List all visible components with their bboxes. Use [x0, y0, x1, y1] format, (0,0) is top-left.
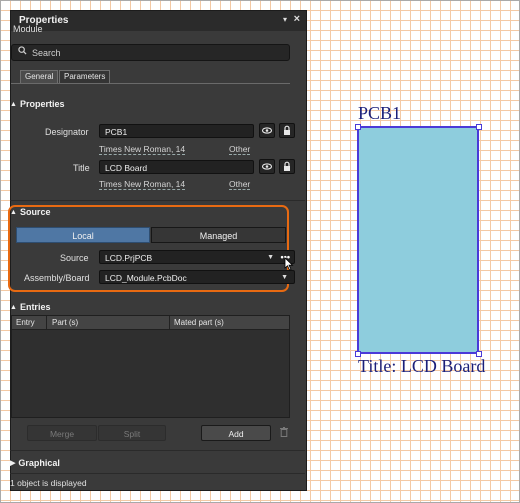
- section-divider: [10, 200, 305, 201]
- visibility-toggle-title[interactable]: [259, 159, 275, 174]
- object-kind-label: Module: [13, 24, 43, 34]
- tab-divider: [11, 83, 290, 84]
- designator-other-link[interactable]: Other: [229, 144, 251, 155]
- add-button[interactable]: Add: [201, 425, 271, 441]
- mouse-cursor-icon: [284, 257, 294, 271]
- column-entry[interactable]: Entry: [16, 318, 35, 327]
- pcb-module-body[interactable]: [357, 126, 479, 354]
- column-parts[interactable]: Part (s): [52, 318, 78, 327]
- panel-menu-icon[interactable]: ▾: [283, 15, 287, 24]
- source-dropdown[interactable]: LCD.PrjPCB ▼ •••: [99, 250, 295, 264]
- mode-local-button[interactable]: Local: [16, 227, 150, 243]
- search-placeholder: Search: [32, 48, 61, 58]
- column-divider: [169, 316, 170, 329]
- properties-section-label: Properties: [19, 99, 65, 109]
- assembly-board-value: LCD_Module.PcbDoc: [105, 273, 187, 283]
- graphical-section-header[interactable]: ▶ Graphical: [10, 458, 60, 468]
- lock-icon: [284, 125, 290, 135]
- column-divider: [46, 316, 47, 329]
- entries-section-label: Entries: [19, 302, 51, 312]
- graphical-section-label: Graphical: [18, 458, 60, 468]
- lock-toggle-designator[interactable]: [279, 123, 295, 138]
- properties-section-header[interactable]: ▲ Properties: [10, 99, 64, 109]
- source-value: LCD.PrjPCB: [105, 253, 153, 263]
- entries-table-header: Entry Part (s) Mated part (s): [12, 316, 289, 330]
- collapse-triangle-icon: ▲: [10, 209, 17, 216]
- selection-handle[interactable]: [476, 124, 482, 130]
- merge-button[interactable]: Merge: [27, 425, 97, 441]
- title-font-link[interactable]: Times New Roman, 14: [99, 179, 186, 190]
- title-label: Title: [73, 163, 90, 173]
- column-mated-parts[interactable]: Mated part (s): [174, 318, 224, 327]
- designator-field[interactable]: PCB1: [99, 124, 254, 138]
- search-input[interactable]: Search: [11, 44, 290, 61]
- selection-handle[interactable]: [355, 124, 361, 130]
- close-icon[interactable]: ×: [294, 13, 300, 25]
- title-other-link[interactable]: Other: [229, 179, 251, 190]
- section-divider: [10, 473, 305, 474]
- split-button[interactable]: Split: [98, 425, 166, 441]
- mode-managed-button[interactable]: Managed: [151, 227, 286, 243]
- entries-section-header[interactable]: ▲ Entries: [10, 302, 50, 312]
- source-section-header[interactable]: ▲ Source: [10, 207, 50, 217]
- lock-icon: [284, 161, 290, 171]
- eye-icon: [261, 127, 273, 134]
- chevron-down-icon: ▼: [267, 254, 274, 261]
- tab-parameters[interactable]: Parameters: [59, 70, 111, 83]
- chevron-down-icon: ▼: [281, 274, 288, 281]
- assembly-board-dropdown[interactable]: LCD_Module.PcbDoc ▼: [99, 270, 295, 284]
- source-label: Source: [60, 253, 89, 263]
- panel-titlebar[interactable]: Properties ▾ ×: [11, 11, 306, 31]
- source-section-label: Source: [19, 207, 51, 217]
- assembly-board-label: Assembly/Board: [24, 273, 90, 283]
- visibility-toggle-designator[interactable]: [259, 123, 275, 138]
- search-icon: [18, 46, 27, 58]
- lock-toggle-title[interactable]: [279, 159, 295, 174]
- pcb-designator-text[interactable]: PCB1: [358, 103, 401, 124]
- expand-triangle-icon: ▶: [10, 460, 16, 467]
- status-text: 1 object is displayed: [10, 478, 87, 488]
- pcb-title-text[interactable]: Title: LCD Board: [358, 356, 485, 377]
- tab-general[interactable]: General: [20, 70, 59, 83]
- trash-icon[interactable]: [280, 427, 288, 440]
- title-field[interactable]: LCD Board: [99, 160, 254, 174]
- designator-font-link[interactable]: Times New Roman, 14: [99, 144, 186, 155]
- eye-icon: [261, 163, 273, 170]
- collapse-triangle-icon: ▲: [10, 304, 17, 311]
- entries-table[interactable]: Entry Part (s) Mated part (s): [11, 315, 290, 418]
- designator-label: Designator: [45, 127, 89, 137]
- collapse-triangle-icon: ▲: [10, 101, 17, 108]
- section-divider: [10, 450, 305, 451]
